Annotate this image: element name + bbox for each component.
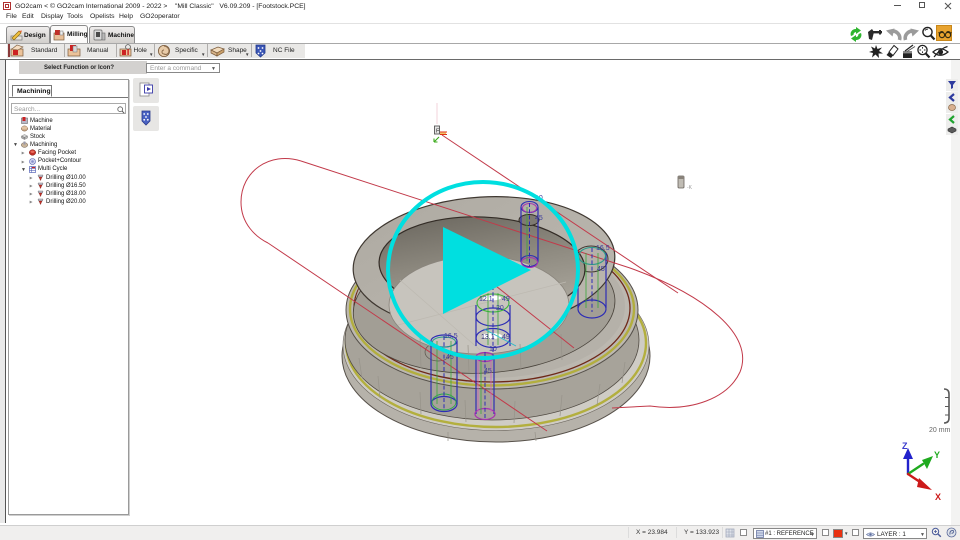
svg-text:Y: Y (934, 450, 940, 460)
svg-text:20 mm: 20 mm (929, 427, 951, 434)
svg-text:10: 10 (489, 346, 497, 353)
svg-text:12.1: 12.1 (479, 296, 493, 303)
svg-text:45: 45 (535, 215, 543, 222)
svg-text:45: 45 (484, 368, 492, 375)
svg-text:49: 49 (502, 296, 510, 303)
svg-text:49: 49 (502, 334, 510, 341)
svg-text:16.5: 16.5 (596, 245, 610, 252)
svg-text:Z: Z (902, 441, 908, 451)
svg-text:X: X (935, 492, 941, 502)
svg-text:20: 20 (496, 305, 504, 312)
svg-text:-K: -K (687, 185, 693, 191)
svg-text:13.1: 13.1 (481, 334, 495, 341)
svg-text:45: 45 (597, 266, 605, 273)
svg-text:16.5: 16.5 (444, 333, 458, 340)
